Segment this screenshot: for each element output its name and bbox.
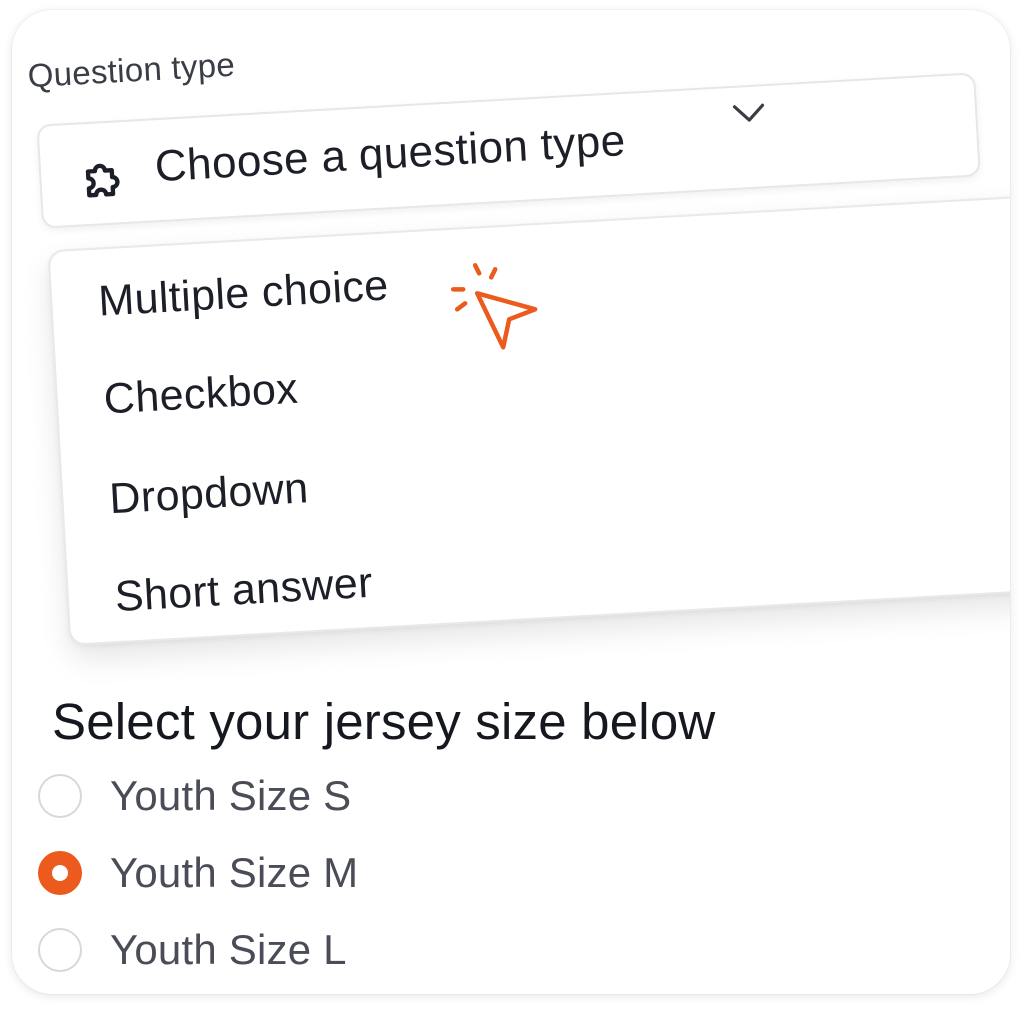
puzzle-icon (85, 163, 120, 198)
radio-label: Youth Size M (110, 849, 359, 896)
menu-item-short-answer[interactable]: Short answer (114, 559, 374, 622)
question-type-label: Question type (26, 45, 236, 95)
menu-item-dropdown[interactable]: Dropdown (108, 464, 310, 524)
radio-button[interactable] (38, 774, 82, 818)
radio-label: Youth Size L (110, 926, 347, 973)
menu-item-multiple-choice[interactable]: Multiple choice (97, 261, 390, 326)
menu-item-checkbox[interactable]: Checkbox (103, 365, 300, 425)
chevron-down-icon[interactable] (730, 100, 767, 126)
radio-option-youth-m[interactable]: Youth Size M (38, 843, 358, 903)
radio-option-youth-l[interactable]: Youth Size L (38, 920, 347, 980)
radio-button[interactable] (38, 928, 82, 972)
radio-option-youth-s[interactable]: Youth Size S (38, 766, 351, 826)
question-type-value: Choose a question type (153, 116, 627, 192)
question-type-panel: Question type Choose a question type Mul… (12, 10, 1010, 695)
radio-button-checked[interactable] (38, 851, 82, 895)
question-title: Select your jersey size below (52, 693, 716, 750)
radio-label: Youth Size S (110, 772, 352, 819)
question-editor-card: Question type Choose a question type Mul… (12, 10, 1010, 994)
click-cursor-icon (450, 263, 538, 350)
